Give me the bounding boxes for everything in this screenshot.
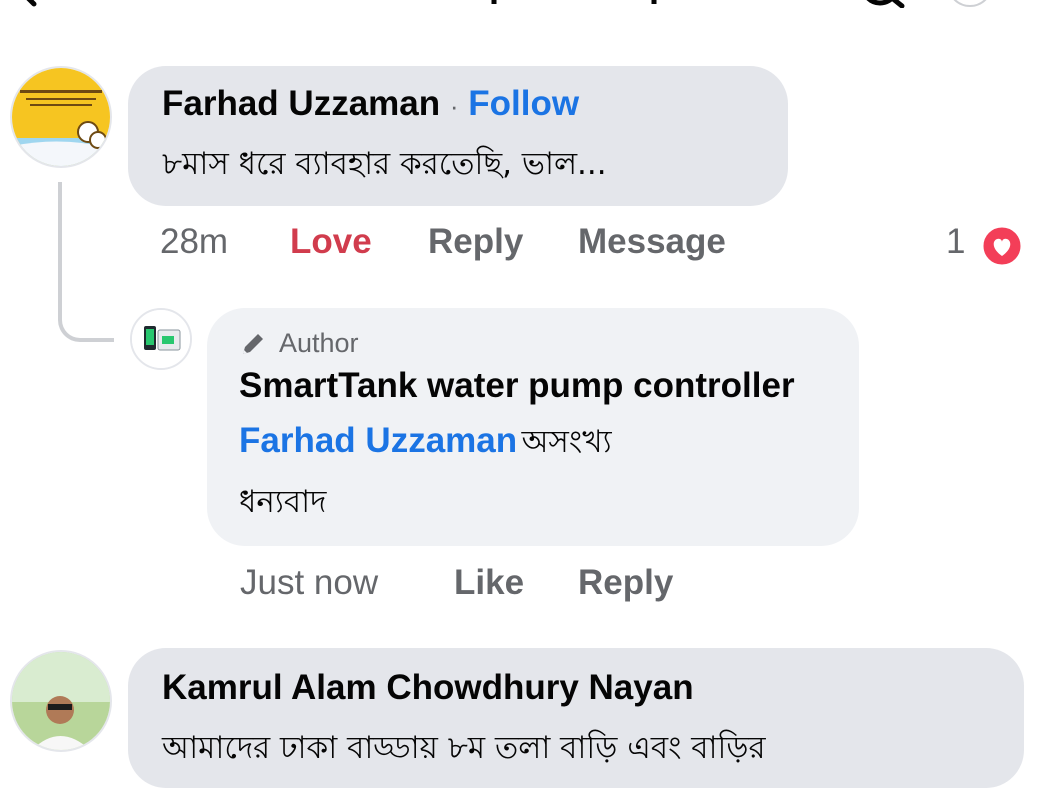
follow-button[interactable]: Follow xyxy=(468,84,579,123)
comment-actions: 28m Love Reply Message xyxy=(160,222,780,266)
back-arrow-icon[interactable] xyxy=(18,0,58,8)
love-reaction-button[interactable]: Love xyxy=(290,222,372,262)
pencil-icon xyxy=(243,334,263,354)
like-button[interactable]: Like xyxy=(454,563,524,603)
reply-text-line2: ধন্যবাদ xyxy=(239,484,327,520)
comment-bubble[interactable]: Kamrul Alam Chowdhury Nayan আমাদের ঢাকা … xyxy=(128,648,1024,788)
avatar[interactable] xyxy=(10,66,112,168)
comment-text: ৮মাস ধরে ব্যাবহার করতেছি, ভাল... xyxy=(162,146,607,182)
comment-timestamp: 28m xyxy=(160,222,229,261)
more-icon[interactable] xyxy=(940,0,1000,8)
comment-bubble[interactable]: Farhad Uzzaman · Follow ৮মাস ধরে ব্যাবহা… xyxy=(128,66,788,206)
reply-text-line1: অসংখ্য xyxy=(521,424,612,460)
top-bar xyxy=(0,0,1056,22)
avatar-image xyxy=(12,68,110,166)
avatar-image xyxy=(132,310,190,368)
separator: · xyxy=(449,91,459,121)
message-button[interactable]: Message xyxy=(578,222,726,262)
comment-author[interactable]: Kamrul Alam Chowdhury Nayan xyxy=(162,668,694,708)
reply-button[interactable]: Reply xyxy=(428,222,523,262)
reply-timestamp: Just now xyxy=(240,563,379,602)
title-fragment-icon xyxy=(651,0,657,4)
comment-author[interactable]: Farhad Uzzaman xyxy=(162,84,440,123)
reply-actions: Just now Like Reply xyxy=(240,563,800,607)
reply-author[interactable]: SmartTank water pump controller xyxy=(239,366,795,406)
avatar-image xyxy=(12,652,110,750)
reaction-count: 1 xyxy=(946,222,966,261)
thread-connector xyxy=(58,182,114,342)
comment-text: আমাদের ঢাকা বাড্ডায় ৮ম তলা বাড়ি এবং বা… xyxy=(162,730,766,766)
search-icon[interactable] xyxy=(858,0,908,8)
avatar[interactable] xyxy=(10,650,112,752)
heart-reaction-icon xyxy=(980,224,1024,268)
title-fragment-icon xyxy=(491,0,497,4)
mention-link[interactable]: Farhad Uzzaman xyxy=(239,421,517,460)
reply-button[interactable]: Reply xyxy=(578,563,673,603)
page-avatar[interactable] xyxy=(130,308,192,370)
author-badge: Author xyxy=(279,328,359,358)
reply-bubble[interactable]: Author SmartTank water pump controller F… xyxy=(207,308,859,546)
